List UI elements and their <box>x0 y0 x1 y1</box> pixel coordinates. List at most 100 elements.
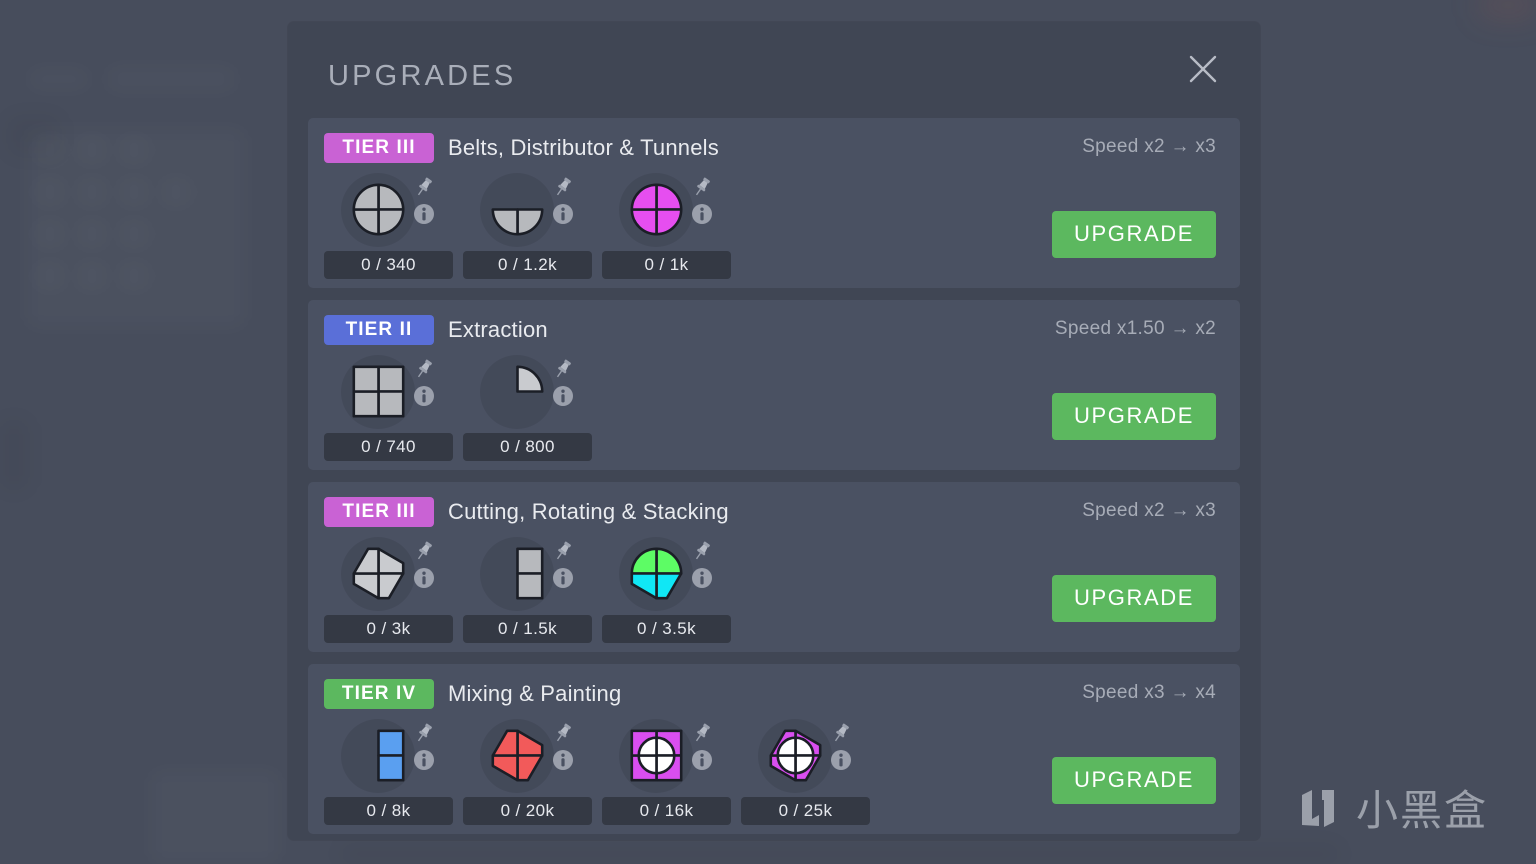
close-x-icon <box>1189 55 1217 83</box>
requirement-shape-row <box>602 535 731 613</box>
requirement-progress: 0 / 25k <box>741 797 870 825</box>
requirement-progress: 0 / 1.5k <box>463 615 592 643</box>
info-icon[interactable] <box>691 749 713 771</box>
card-title: Mixing & Painting <box>448 681 622 706</box>
requirement-shape-row <box>324 171 453 249</box>
info-icon[interactable] <box>552 749 574 771</box>
requirement-shape-row <box>463 717 592 795</box>
xiaoheihe-logo-icon <box>1301 789 1334 827</box>
requirement-shape-row <box>324 353 453 431</box>
requirement-progress: 0 / 1k <box>602 251 731 279</box>
requirement-icons <box>411 357 437 407</box>
requirement-progress: 0 / 740 <box>324 433 453 461</box>
upgrade-card: TIER III Cutting, Rotating & Stacking Sp… <box>308 482 1240 652</box>
upgrade-button[interactable]: UPGRADE <box>1052 575 1216 622</box>
requirement-progress: 0 / 20k <box>463 797 592 825</box>
requirement-progress: 0 / 340 <box>324 251 453 279</box>
card-title: Extraction <box>448 317 548 342</box>
shape-icon <box>491 729 544 782</box>
requirement-item: 0 / 1.5k <box>463 535 592 643</box>
requirement-shape-row <box>463 535 592 613</box>
requirement-progress: 0 / 3.5k <box>602 615 731 643</box>
info-icon[interactable] <box>552 567 574 589</box>
requirement-shape-row <box>741 717 870 795</box>
page-title: UPGRADES <box>328 60 517 92</box>
info-icon[interactable] <box>413 567 435 589</box>
requirement-icons <box>689 175 715 225</box>
speed-label: Speed x3 → x4 <box>1082 682 1216 703</box>
shape-icon <box>516 365 544 393</box>
upgrade-card-list: TIER III Belts, Distributor & Tunnels Sp… <box>308 118 1240 834</box>
upgrade-button[interactable]: UPGRADE <box>1052 393 1216 440</box>
requirement-item: 0 / 1.2k <box>463 171 592 279</box>
pin-icon[interactable] <box>551 721 575 745</box>
requirement-item: 0 / 20k <box>463 717 592 825</box>
tier-badge: TIER III <box>324 497 434 527</box>
watermark-text: 小黑盒 <box>1355 786 1488 835</box>
info-icon[interactable] <box>413 203 435 225</box>
requirement-icons <box>828 721 854 771</box>
card-title: Cutting, Rotating & Stacking <box>448 499 729 524</box>
shape-icon <box>377 729 405 782</box>
pin-icon[interactable] <box>829 721 853 745</box>
upgrade-button[interactable]: UPGRADE <box>1052 757 1216 804</box>
upgrade-card: TIER III Belts, Distributor & Tunnels Sp… <box>308 118 1240 288</box>
shape-icon <box>352 547 405 600</box>
requirement-item: 0 / 16k <box>602 717 731 825</box>
shape-icon <box>630 729 683 782</box>
requirement-shape-row <box>602 717 731 795</box>
requirement-icons <box>411 175 437 225</box>
pin-icon[interactable] <box>551 539 575 563</box>
info-icon[interactable] <box>413 385 435 407</box>
requirement-item: 0 / 8k <box>324 717 453 825</box>
shape-icon <box>491 208 544 236</box>
requirement-item: 0 / 800 <box>463 353 592 461</box>
info-icon[interactable] <box>691 567 713 589</box>
requirement-shape-row <box>463 171 592 249</box>
speed-label: Speed x2 → x3 <box>1082 500 1216 521</box>
requirement-shape-row <box>602 171 731 249</box>
close-icon[interactable] <box>1182 48 1224 90</box>
pin-icon[interactable] <box>690 175 714 199</box>
requirement-item: 0 / 3k <box>324 535 453 643</box>
upgrade-button[interactable]: UPGRADE <box>1052 211 1216 258</box>
requirement-icons <box>411 539 437 589</box>
pin-icon[interactable] <box>690 539 714 563</box>
watermark: 小黑盒 <box>1292 777 1488 838</box>
requirement-item: 0 / 3.5k <box>602 535 731 643</box>
shape-icon <box>516 547 544 600</box>
pin-icon[interactable] <box>412 175 436 199</box>
speed-label: Speed x2 → x3 <box>1082 136 1216 157</box>
info-icon[interactable] <box>830 749 852 771</box>
pin-icon[interactable] <box>551 175 575 199</box>
upgrades-modal: UPGRADES TIER III Belts, Distributor & T… <box>288 22 1260 840</box>
pin-icon[interactable] <box>551 357 575 381</box>
info-icon[interactable] <box>552 385 574 407</box>
requirement-icons <box>689 539 715 589</box>
requirement-progress: 0 / 8k <box>324 797 453 825</box>
requirement-shape-row <box>324 535 453 613</box>
pin-icon[interactable] <box>412 539 436 563</box>
shape-icon <box>352 365 405 418</box>
pin-icon[interactable] <box>412 357 436 381</box>
upgrade-card: TIER IV Mixing & Painting Speed x3 → x4 <box>308 664 1240 834</box>
pin-icon[interactable] <box>412 721 436 745</box>
requirement-icons <box>550 175 576 225</box>
requirement-progress: 0 / 800 <box>463 433 592 461</box>
requirement-shape-row <box>324 717 453 795</box>
pin-icon[interactable] <box>690 721 714 745</box>
speed-label: Speed x1.50 → x2 <box>1054 318 1216 339</box>
card-title: Belts, Distributor & Tunnels <box>448 135 719 160</box>
requirement-item: 0 / 740 <box>324 353 453 461</box>
shape-icon <box>769 729 822 782</box>
info-icon[interactable] <box>552 203 574 225</box>
upgrade-card: TIER II Extraction Speed x1.50 → x2 0 / … <box>308 300 1240 470</box>
shape-icon <box>630 547 683 600</box>
requirement-progress: 0 / 1.2k <box>463 251 592 279</box>
info-icon[interactable] <box>691 203 713 225</box>
requirement-icons <box>689 721 715 771</box>
info-icon[interactable] <box>413 749 435 771</box>
requirement-item: 0 / 1k <box>602 171 731 279</box>
requirement-item: 0 / 25k <box>741 717 870 825</box>
tier-badge: TIER III <box>324 133 434 163</box>
